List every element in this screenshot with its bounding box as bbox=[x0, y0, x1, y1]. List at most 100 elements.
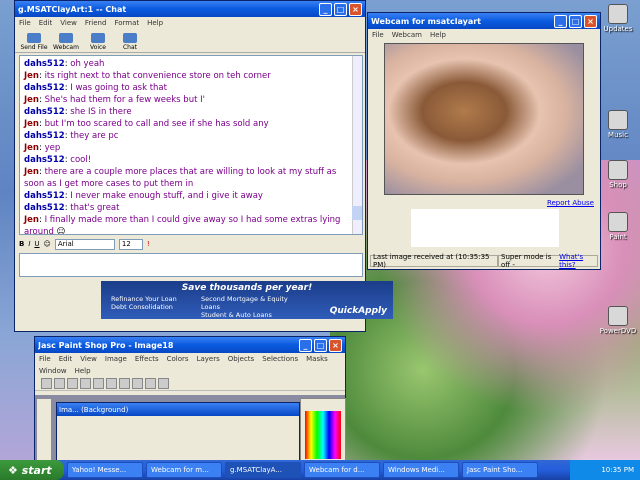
task-windows-media[interactable]: Windows Medi... bbox=[383, 462, 459, 478]
voice-button[interactable]: Voice bbox=[83, 33, 113, 51]
minimize-button[interactable]: _ bbox=[299, 338, 312, 352]
image-titlebar[interactable]: Ima... (Background) bbox=[57, 403, 299, 416]
chat-message: dahs512: oh yeah bbox=[24, 59, 105, 69]
desktop-icon-shop[interactable]: Shop bbox=[598, 160, 638, 189]
desktop-icon-paint[interactable]: Paint bbox=[598, 212, 638, 241]
report-abuse-link[interactable]: Report Abuse bbox=[547, 199, 594, 207]
chat-message: dahs512: she IS in there bbox=[24, 107, 132, 117]
font-select[interactable]: Arial bbox=[54, 238, 115, 250]
task-webcam-1[interactable]: Webcam for m... bbox=[146, 462, 222, 478]
chat-button[interactable]: Chat bbox=[115, 33, 145, 51]
underline-button[interactable]: U bbox=[34, 240, 39, 248]
cut-icon[interactable] bbox=[119, 378, 130, 389]
italic-button[interactable]: I bbox=[28, 240, 30, 248]
menu-edit[interactable]: Edit bbox=[59, 355, 73, 363]
webcam-image bbox=[384, 43, 584, 195]
chat-window: g.MSATClayArt:1 -- Chat _ □ × File Edit … bbox=[14, 0, 393, 332]
menu-file[interactable]: File bbox=[19, 19, 31, 27]
taskbar: ❖ start Yahoo! Messe... Webcam for m... … bbox=[0, 460, 640, 480]
paint-icon bbox=[608, 212, 628, 232]
menu-format[interactable]: Format bbox=[114, 19, 139, 27]
color-gradient[interactable] bbox=[305, 411, 341, 459]
menu-layers[interactable]: Layers bbox=[197, 355, 220, 363]
close-button[interactable]: × bbox=[349, 2, 362, 16]
chat-message: Jen: but I'm too scared to call and see … bbox=[24, 119, 269, 129]
conversation-scrollbar[interactable] bbox=[352, 56, 362, 234]
color-palette[interactable] bbox=[300, 398, 346, 466]
webcam-icon bbox=[59, 33, 73, 43]
emoticon-icon[interactable]: ☺ bbox=[44, 240, 51, 248]
webcam-window: Webcam for msatclayart _ □ × File Webcam… bbox=[367, 12, 601, 270]
start-button[interactable]: ❖ start bbox=[0, 460, 64, 480]
size-select[interactable]: 12 bbox=[118, 238, 143, 250]
webcam-button[interactable]: Webcam bbox=[51, 33, 81, 51]
menu-image[interactable]: Image bbox=[105, 355, 127, 363]
ad-logo: QuickApply bbox=[329, 306, 387, 316]
chat-message: Jen: She's had them for a few weeks but … bbox=[24, 95, 205, 105]
new-icon[interactable] bbox=[41, 378, 52, 389]
menu-help[interactable]: Help bbox=[430, 31, 446, 39]
psp-titlebar[interactable]: Jasc Paint Shop Pro - Image18 _ □ × bbox=[35, 337, 345, 353]
maximize-button[interactable]: □ bbox=[569, 14, 582, 28]
task-webcam-2[interactable]: Webcam for d... bbox=[304, 462, 380, 478]
menu-objects[interactable]: Objects bbox=[228, 355, 254, 363]
desktop-icon-music[interactable]: Music bbox=[598, 110, 638, 139]
maximize-button[interactable]: □ bbox=[334, 2, 347, 16]
undo-icon[interactable] bbox=[93, 378, 104, 389]
windows-logo-icon: ❖ bbox=[8, 463, 18, 477]
webcam-title: Webcam for msatclayart bbox=[371, 16, 481, 26]
format-toolbar: B I U ☺ Arial 12 ! bbox=[19, 237, 363, 251]
menu-edit[interactable]: Edit bbox=[39, 19, 53, 27]
desktop-icon-updates[interactable]: Updates bbox=[598, 4, 638, 33]
psp-image-window[interactable]: Ima... (Background) bbox=[56, 402, 300, 464]
chat-toolbar: Send File Webcam Voice Chat bbox=[15, 29, 365, 53]
menu-help[interactable]: Help bbox=[147, 19, 163, 27]
minimize-button[interactable]: _ bbox=[554, 14, 567, 28]
paste-icon[interactable] bbox=[145, 378, 156, 389]
close-button[interactable]: × bbox=[329, 338, 342, 352]
copy-icon[interactable] bbox=[132, 378, 143, 389]
open-icon[interactable] bbox=[54, 378, 65, 389]
redo-icon[interactable] bbox=[106, 378, 117, 389]
loan-ad-banner[interactable]: Save thousands per year! Refinance Your … bbox=[101, 281, 393, 319]
menu-colors[interactable]: Colors bbox=[167, 355, 189, 363]
shop-icon bbox=[608, 160, 628, 180]
menu-selections[interactable]: Selections bbox=[262, 355, 298, 363]
message-input[interactable] bbox=[19, 253, 363, 277]
chat-titlebar[interactable]: g.MSATClayArt:1 -- Chat _ □ × bbox=[15, 1, 365, 17]
task-paint-shop-pro[interactable]: Jasc Paint Sho... bbox=[462, 462, 538, 478]
menu-help[interactable]: Help bbox=[75, 367, 91, 375]
menu-friend[interactable]: Friend bbox=[85, 19, 107, 27]
menu-file[interactable]: File bbox=[39, 355, 51, 363]
clock[interactable]: 10:35 PM bbox=[601, 466, 634, 474]
save-icon[interactable] bbox=[67, 378, 78, 389]
close-button[interactable]: × bbox=[584, 14, 597, 28]
print-icon[interactable] bbox=[80, 378, 91, 389]
webcam-titlebar[interactable]: Webcam for msatclayart _ □ × bbox=[368, 13, 600, 29]
maximize-button[interactable]: □ bbox=[314, 338, 327, 352]
desktop-icon-powerdvd[interactable]: PowerDVD bbox=[598, 306, 638, 335]
task-yahoo-messenger[interactable]: Yahoo! Messe... bbox=[67, 462, 143, 478]
task-chat[interactable]: g.MSATClayA... bbox=[225, 462, 301, 478]
minimize-button[interactable]: _ bbox=[319, 2, 332, 16]
whats-this-link[interactable]: What's this? bbox=[559, 253, 595, 269]
zoom-icon[interactable] bbox=[158, 378, 169, 389]
psp-toolbar bbox=[35, 377, 345, 391]
chat-message: dahs512: they are pc bbox=[24, 131, 119, 141]
menu-view[interactable]: View bbox=[60, 19, 77, 27]
buzz-icon[interactable]: ! bbox=[147, 240, 150, 248]
menu-file[interactable]: File bbox=[372, 31, 384, 39]
conversation-log[interactable]: dahs512: oh yeah Jen: its right next to … bbox=[19, 55, 363, 235]
menu-masks[interactable]: Masks bbox=[306, 355, 328, 363]
bold-button[interactable]: B bbox=[19, 240, 24, 248]
psp-tool-palette[interactable] bbox=[37, 399, 51, 463]
menu-view[interactable]: View bbox=[80, 355, 97, 363]
ad-headline: Save thousands per year! bbox=[181, 283, 313, 293]
chat-message: Jen: I finally made more than I could gi… bbox=[24, 215, 341, 235]
send-file-button[interactable]: Send File bbox=[19, 33, 49, 51]
menu-window[interactable]: Window bbox=[39, 367, 67, 375]
super-mode-status: Super mode is off - What's this? bbox=[498, 253, 598, 269]
scroll-thumb[interactable] bbox=[352, 206, 362, 220]
menu-webcam[interactable]: Webcam bbox=[392, 31, 422, 39]
menu-effects[interactable]: Effects bbox=[135, 355, 159, 363]
